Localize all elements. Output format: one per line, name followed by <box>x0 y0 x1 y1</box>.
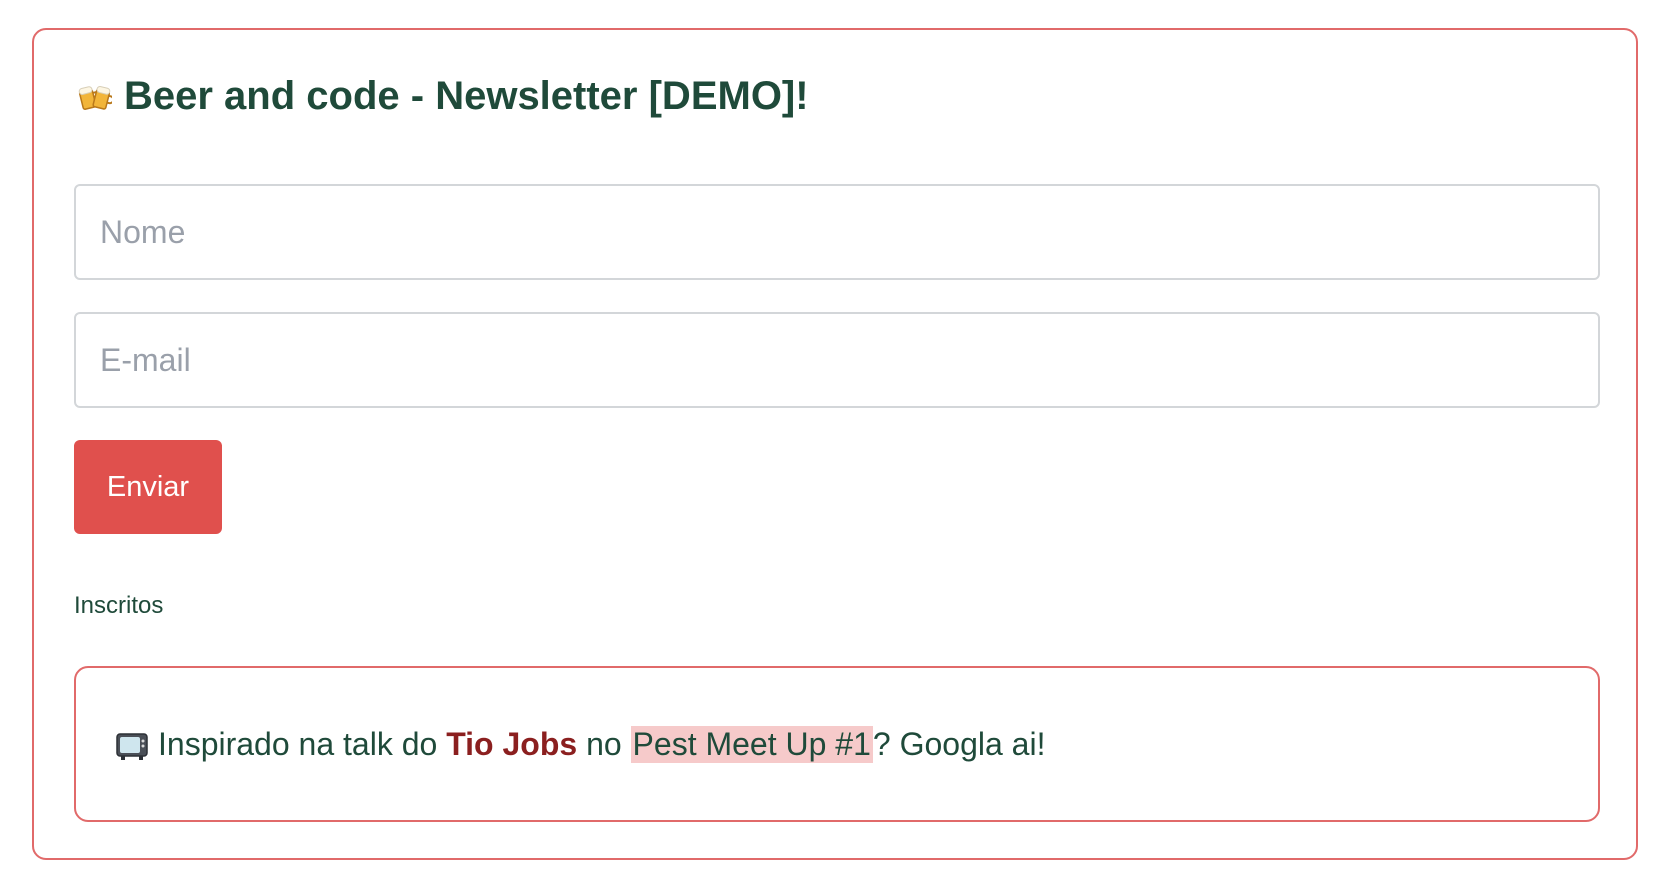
note-prefix: Inspirado na talk do <box>158 725 438 762</box>
subscribers-label: Inscritos <box>74 592 164 619</box>
page-title-text: Beer and code - Newsletter [DEMO]! <box>124 74 809 118</box>
tv-icon <box>116 732 148 760</box>
beer-mugs-icon <box>78 80 112 114</box>
note-suffix: ? Googla ai! <box>872 725 1046 762</box>
name-field[interactable] <box>74 184 1600 280</box>
event-name: Pest Meet Up #1 <box>630 725 873 763</box>
page-title: Beer and code - Newsletter [DEMO]! <box>78 74 809 119</box>
inspiration-note: Inspirado na talk do Tio Jobs no Pest Me… <box>74 666 1600 822</box>
speaker-name: Tio Jobs <box>446 725 578 762</box>
note-middle: no <box>586 725 622 762</box>
newsletter-card: Beer and code - Newsletter [DEMO]! Envia… <box>32 28 1638 860</box>
submit-button[interactable]: Enviar <box>74 440 222 534</box>
email-field[interactable] <box>74 312 1600 408</box>
